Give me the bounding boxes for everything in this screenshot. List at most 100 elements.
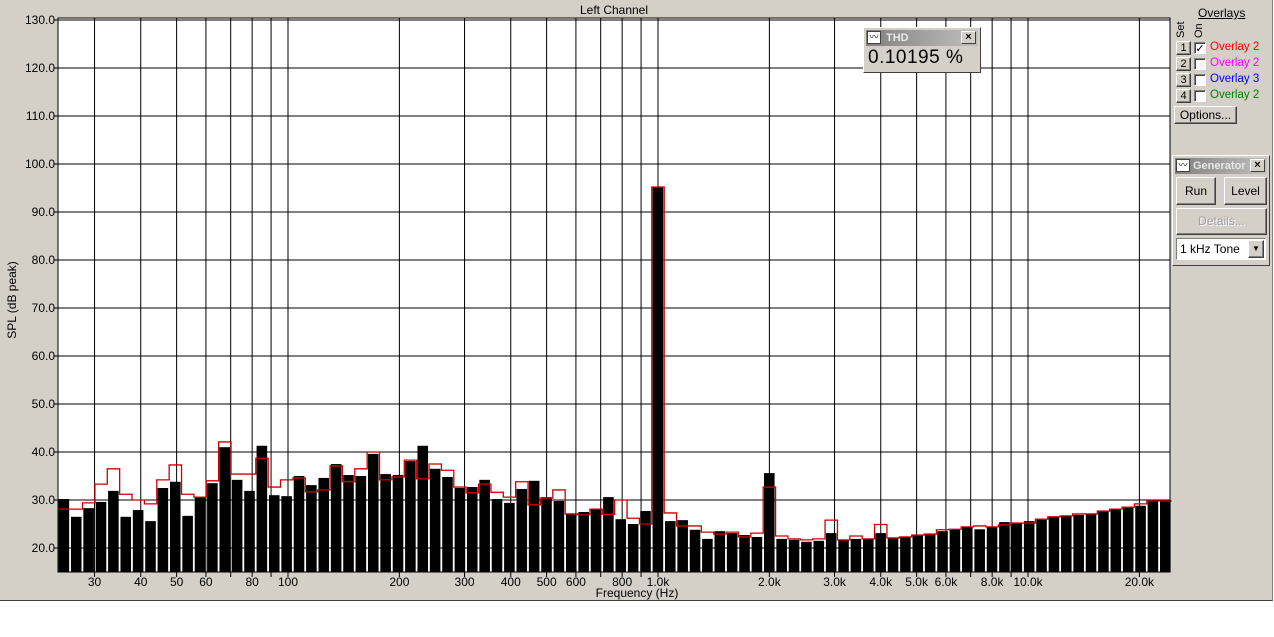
y-axis-title: SPL (dB peak) <box>5 261 19 339</box>
spectrum-bar <box>454 488 466 572</box>
spectrum-bar <box>392 475 404 572</box>
y-tick-label: 50.0 <box>32 397 56 411</box>
x-tick-label: 40 <box>134 575 148 589</box>
spectrum-bar <box>726 533 738 572</box>
x-tick-label: 10.0k <box>1013 575 1043 589</box>
spectrum-bar <box>788 539 800 572</box>
overlay-on-checkbox[interactable] <box>1194 74 1206 86</box>
spectrum-bar <box>1048 516 1060 572</box>
run-button[interactable]: Run <box>1176 177 1216 205</box>
spectrum-bar <box>999 522 1010 572</box>
spectrum-bar <box>850 538 862 572</box>
signal-select[interactable]: 1 kHz Tone ▼ <box>1176 238 1266 260</box>
spectrum-bar <box>429 468 441 572</box>
spectrum-bar <box>578 512 589 572</box>
spectrum-bar <box>405 461 416 572</box>
spectrum-bar <box>541 497 552 572</box>
overlay-on-checkbox[interactable]: ✓ <box>1194 42 1206 55</box>
x-tick-label: 50 <box>170 575 184 589</box>
x-tick-label: 400 <box>501 575 521 589</box>
spectrum-bar <box>380 474 391 572</box>
waveform-icon: 〰 <box>867 31 881 44</box>
spectrum-bar <box>962 526 973 572</box>
spectrum-bar <box>244 490 255 572</box>
y-tick-label: 70.0 <box>32 301 56 315</box>
spectrum-bar <box>145 521 156 572</box>
spectrum-bar <box>343 475 354 572</box>
spectrum-bar <box>603 497 614 572</box>
spectrum-bar <box>801 541 812 572</box>
spectrum-bar <box>974 529 985 572</box>
spectrum-bar <box>1023 521 1035 572</box>
spectrum-bar <box>937 531 948 572</box>
spectrum-bar <box>194 497 206 572</box>
overlay-label: Overlay 3 <box>1210 73 1260 85</box>
spectrum-bar <box>714 531 726 572</box>
spectrum-bar <box>442 476 453 572</box>
spectrum-bar <box>355 476 367 572</box>
spectrum-bar <box>1160 500 1171 572</box>
y-tick-label: 80.0 <box>32 253 56 267</box>
spectrum-bar <box>627 524 639 572</box>
waveform-icon: 〰 <box>1176 159 1190 172</box>
generator-title-bar[interactable]: 〰 Generator × <box>1175 158 1267 174</box>
x-tick-label: 5.0k <box>905 575 929 589</box>
overlay-set-button[interactable]: 4 <box>1176 89 1191 103</box>
spectrum-bar <box>108 490 119 572</box>
options-button[interactable]: Options... <box>1174 106 1237 124</box>
close-icon[interactable]: × <box>961 31 976 44</box>
thd-title-bar[interactable]: 〰 THD × <box>866 30 978 46</box>
spectrum-bar <box>751 536 763 572</box>
details-button[interactable]: Details... <box>1176 208 1267 235</box>
spectrum-bar <box>504 502 515 572</box>
overlay-on-checkbox[interactable] <box>1194 58 1206 70</box>
x-tick-label: 8.0k <box>981 575 1005 589</box>
thd-window[interactable]: 〰 THD × 0.10195 % <box>863 27 981 73</box>
spectrum-bar <box>132 510 144 572</box>
spectrum-bar <box>293 476 305 572</box>
y-tick-label: 110.0 <box>26 109 55 123</box>
spectrum-bar <box>615 519 627 572</box>
set-column-label: Set <box>1175 21 1187 38</box>
x-axis-title: Frequency (Hz) <box>596 586 679 600</box>
overlay-set-button[interactable]: 3 <box>1176 73 1191 87</box>
overlay-label: Overlay 2 <box>1210 41 1260 53</box>
overlay-set-button[interactable]: 2 <box>1176 57 1191 71</box>
spectrum-bar <box>1135 505 1146 572</box>
spectrum-chart: Left Channel 130.0 120.0 110.0 100.0 90.0 80.0… <box>5 3 1172 600</box>
spectrum-bar <box>640 511 651 572</box>
y-tick-label: 130.0 <box>25 13 55 27</box>
spectrum-bar <box>1098 511 1109 572</box>
overlay-set-button[interactable]: 1 <box>1176 41 1191 55</box>
spectrum-bar <box>1061 515 1072 572</box>
spectrum-bar <box>986 526 998 572</box>
spectrum-bar <box>157 488 169 572</box>
spectrum-bar <box>466 487 478 572</box>
spectrum-bar <box>268 495 280 572</box>
chevron-down-icon[interactable]: ▼ <box>1248 240 1264 258</box>
level-button[interactable]: Level <box>1224 177 1267 205</box>
spectrum-bar <box>1011 523 1023 572</box>
thd-title: THD <box>886 32 909 44</box>
spectrum-bar <box>813 540 825 572</box>
spectrum-bar <box>689 529 701 572</box>
spectrum-bar <box>256 445 268 572</box>
overlay-on-checkbox[interactable] <box>1194 90 1206 102</box>
y-tick-label: 100.0 <box>25 157 55 171</box>
y-tick-label: 30.0 <box>32 493 56 507</box>
generator-title: Generator <box>1193 160 1246 172</box>
spectrum-bar <box>1122 507 1134 572</box>
spectrum-bar <box>702 538 713 572</box>
spectrum-bar <box>306 485 317 572</box>
spectrum-bar <box>1085 513 1097 572</box>
close-icon[interactable]: × <box>1250 159 1265 172</box>
spectrum-bar <box>528 480 540 572</box>
spectrum-bar <box>912 535 924 572</box>
generator-window[interactable]: 〰 Generator × Run Level Details... 1 kHz… <box>1172 155 1270 266</box>
spectrum-bar <box>1036 519 1047 572</box>
x-tick-label: 20.0k <box>1125 575 1155 589</box>
x-tick-label: 6.0k <box>935 575 959 589</box>
spectrum-bar <box>590 509 602 572</box>
spectrum-bar <box>825 533 837 572</box>
spectrum-bar <box>1073 514 1084 572</box>
